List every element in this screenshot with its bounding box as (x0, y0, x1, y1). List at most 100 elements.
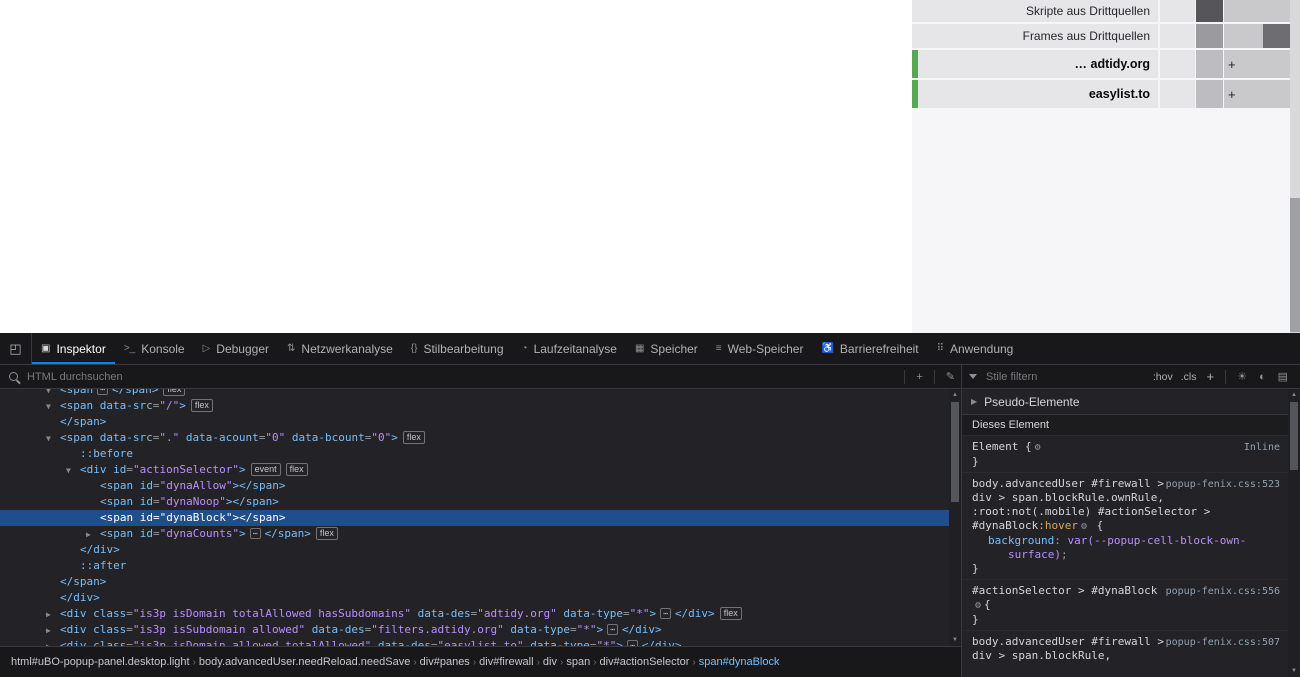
breadcrumb-item[interactable]: html#uBO-popup-panel.desktop.light (8, 656, 193, 668)
twisty-icon[interactable]: ▶ (44, 639, 60, 646)
markup-row[interactable]: ▶<div class="is3p isSubdomain allowed" d… (0, 622, 949, 638)
rules-scrollbar[interactable]: ▲ ▼ (1288, 389, 1300, 677)
eyedropper-button[interactable]: ✎ (940, 370, 961, 383)
markup-row[interactable]: </span> (0, 574, 949, 590)
gear-icon[interactable]: ⚙ (1081, 521, 1087, 532)
rule-selector[interactable]: :root:not(.mobile) #actionSelector > (972, 505, 1210, 518)
tab-barrierefreiheit[interactable]: ♿Barrierefreiheit (812, 333, 927, 364)
rule-selector[interactable]: div > span.blockRule.ownRule, (972, 491, 1164, 504)
rule-selector[interactable]: #actionSelector > #dynaBlock (972, 584, 1157, 597)
markup-row[interactable]: ▶<span id="dynaCounts">⋯</span>flex (0, 526, 949, 542)
pseudo-elements-header[interactable]: ▶ Pseudo-Elemente (962, 389, 1288, 415)
tab-web-speicher[interactable]: ≡Web-Speicher (707, 333, 813, 364)
rule-selector[interactable]: { (1090, 519, 1103, 532)
twisty-icon[interactable]: ▶ (44, 607, 60, 623)
breadcrumb-item[interactable]: div#firewall (476, 656, 536, 668)
breadcrumb-item[interactable]: div (540, 656, 560, 668)
event-badge[interactable]: event (251, 463, 281, 476)
twisty-icon[interactable]: ▶ (84, 527, 100, 543)
markup-row[interactable]: ::before (0, 446, 949, 462)
twisty-icon[interactable]: ▼ (44, 431, 60, 447)
tab-netzwerkanalyse[interactable]: ⇅Netzwerkanalyse (278, 333, 402, 364)
firewall-row[interactable]: Skripte aus Drittquellen (912, 0, 1290, 22)
expand-inline-button[interactable]: ⋯ (607, 624, 618, 635)
page-scrollbar[interactable] (1290, 0, 1300, 333)
dark-scheme-button[interactable]: ◐ (1253, 371, 1272, 383)
firewall-row[interactable]: … adtidy.org+ (912, 50, 1290, 78)
rule-selector[interactable]: Element { (972, 440, 1032, 453)
firewall-cell[interactable] (1196, 0, 1223, 22)
tab-konsole[interactable]: >_Konsole (115, 333, 194, 364)
markup-row[interactable]: ▼<span data-src="/">flex (0, 398, 949, 414)
tab-anwendung[interactable]: ⠿Anwendung (928, 333, 1023, 364)
markup-row[interactable]: <span id="dynaAllow"></span> (0, 478, 949, 494)
breadcrumb-item[interactable]: span (563, 656, 593, 668)
firewall-cell[interactable] (1160, 0, 1195, 22)
stylesheet-link[interactable]: popup-fenix.css:556 (1166, 585, 1280, 599)
rule-selector[interactable]: #dynaBlock (972, 519, 1038, 532)
markup-row[interactable]: ▼<span⋯</span>flex (0, 389, 949, 398)
firewall-cell[interactable]: + (1224, 50, 1290, 78)
markup-row[interactable]: <span id="dynaBlock"></span> (0, 510, 949, 526)
markup-row[interactable]: <span id="dynaNoop"></span> (0, 494, 949, 510)
class-toggle[interactable]: .cls (1177, 369, 1201, 385)
twisty-icon[interactable]: ▼ (64, 463, 80, 479)
markup-row[interactable]: ▼<span data-src="." data-acount="0" data… (0, 430, 949, 446)
hover-pseudo-toggle[interactable]: :hov (1149, 369, 1177, 385)
scroll-up-icon[interactable]: ▲ (1288, 389, 1300, 401)
flex-badge[interactable]: flex (191, 399, 213, 412)
tab-speicher[interactable]: ▦Speicher (626, 333, 707, 364)
rule-selector[interactable]: body.advancedUser #firewall > (972, 477, 1164, 490)
markup-row[interactable]: ▼<div id="actionSelector">eventflex (0, 462, 949, 478)
firewall-row[interactable]: easylist.to+ (912, 80, 1290, 108)
stylesheet-link[interactable]: popup-fenix.css:523 (1166, 478, 1280, 492)
flex-badge[interactable]: flex (286, 463, 308, 476)
flex-badge[interactable]: flex (403, 431, 425, 444)
markup-row[interactable]: ▶<div class="is3p isDomain allowed total… (0, 638, 949, 646)
print-simulation-button[interactable]: ▤ (1272, 370, 1294, 383)
tab-laufzeitanalyse[interactable]: ◔Laufzeitanalyse (513, 333, 626, 364)
breadcrumb-item[interactable]: div#panes (417, 656, 473, 668)
markup-scrollbar[interactable]: ▲ ▼ (949, 389, 961, 646)
markup-row[interactable]: ::after (0, 558, 949, 574)
scroll-down-icon[interactable]: ▼ (949, 634, 961, 646)
rule-selector[interactable]: body.advancedUser #firewall > (972, 635, 1164, 648)
gear-icon[interactable]: ⚙ (975, 600, 981, 611)
tab-inspektor[interactable]: ▣Inspektor (32, 333, 115, 364)
firewall-cell[interactable] (1224, 24, 1290, 48)
light-scheme-button[interactable]: ☀ (1231, 370, 1253, 383)
tab-stilbearbeitung[interactable]: {}Stilbearbeitung (402, 333, 513, 364)
firewall-row[interactable]: Frames aus Drittquellen (912, 24, 1290, 48)
firewall-cell[interactable] (1160, 80, 1195, 108)
breadcrumb-item[interactable]: div#actionSelector (597, 656, 693, 668)
firewall-cell[interactable] (1196, 50, 1223, 78)
twisty-icon[interactable]: ▼ (44, 399, 60, 415)
gear-icon[interactable]: ⚙ (1035, 442, 1041, 453)
firewall-cell[interactable] (1160, 50, 1195, 78)
flex-badge[interactable]: flex (163, 389, 185, 396)
stylesheet-link[interactable]: popup-fenix.css:507 (1166, 636, 1280, 650)
page-scrollbar-thumb[interactable] (1290, 198, 1300, 332)
markup-row[interactable]: </span> (0, 414, 949, 430)
add-node-button[interactable]: + (910, 371, 928, 383)
add-rule-button[interactable]: + (1200, 369, 1220, 384)
stylesheet-link[interactable]: Inline (1244, 441, 1280, 455)
html-search-input[interactable] (25, 370, 899, 384)
firewall-cell[interactable]: + (1224, 80, 1290, 108)
flex-badge[interactable]: flex (316, 527, 338, 540)
firewall-cell[interactable] (1196, 80, 1223, 108)
flex-badge[interactable]: flex (720, 607, 742, 620)
expand-inline-button[interactable]: ⋯ (97, 389, 108, 395)
firewall-cell[interactable] (1160, 24, 1195, 48)
expand-inline-button[interactable]: ⋯ (660, 608, 671, 619)
firewall-cell[interactable] (1196, 24, 1223, 48)
markup-row[interactable]: </div> (0, 542, 949, 558)
markup-scrollbar-thumb[interactable] (951, 402, 959, 502)
markup-row[interactable]: </div> (0, 590, 949, 606)
breadcrumb-item[interactable]: body.advancedUser.needReload.needSave (196, 656, 413, 668)
breadcrumb-item[interactable]: span#dynaBlock (696, 656, 783, 668)
pick-element-button[interactable]: ◰ (0, 333, 32, 364)
css-property-name[interactable]: background (988, 534, 1054, 547)
twisty-icon[interactable]: ▶ (44, 623, 60, 639)
rules-scrollbar-thumb[interactable] (1290, 402, 1298, 470)
